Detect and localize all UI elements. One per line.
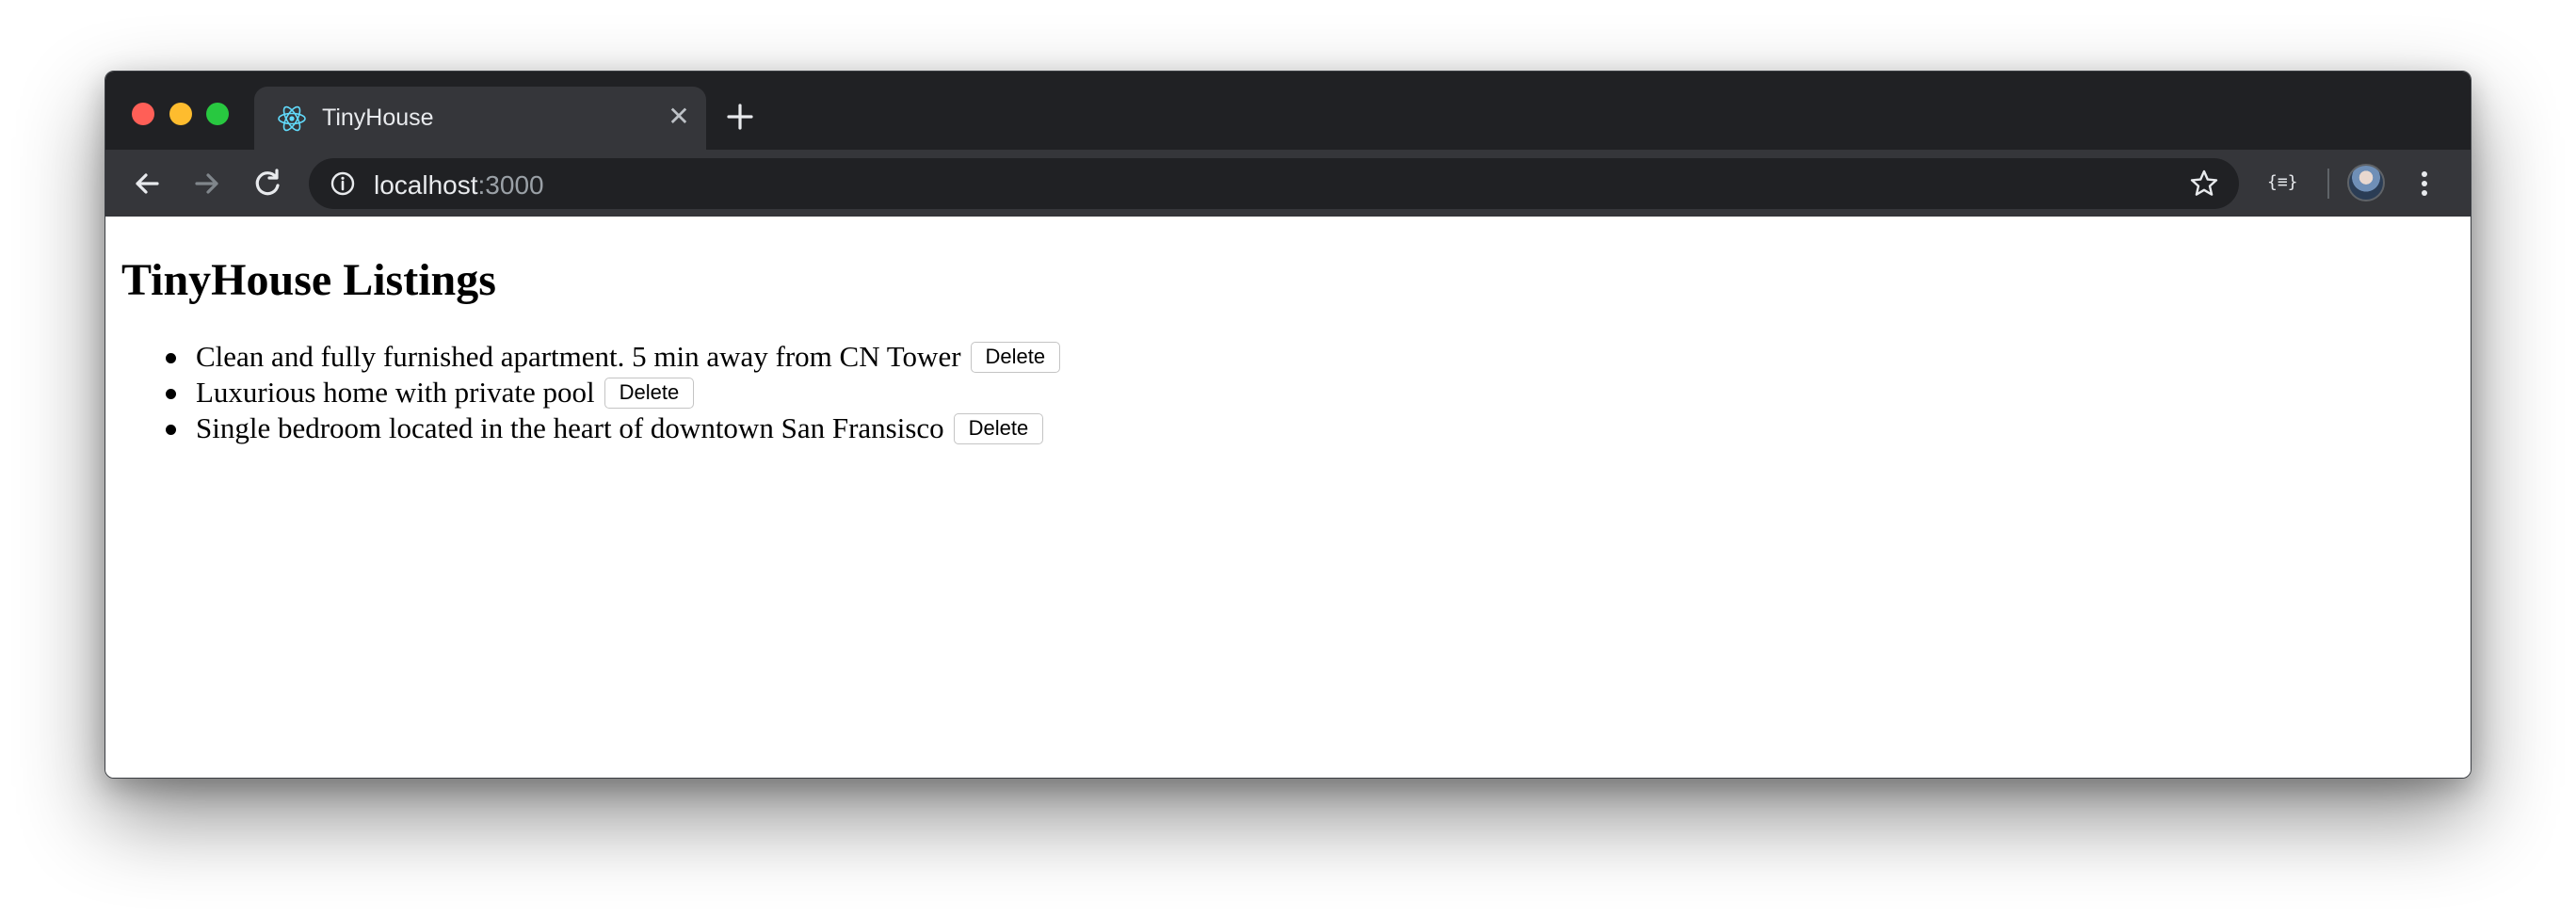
url-port: :3000 xyxy=(477,170,544,200)
delete-button[interactable]: Delete xyxy=(604,377,695,409)
listing-title: Clean and fully furnished apartment. 5 m… xyxy=(196,340,961,373)
browser-toolbar: localhost:3000 {≡} xyxy=(105,150,2471,217)
url-text[interactable]: localhost:3000 xyxy=(374,170,544,201)
minimize-window-button[interactable] xyxy=(169,103,192,125)
url-host: localhost xyxy=(374,170,478,200)
listing-title: Single bedroom located in the heart of d… xyxy=(196,411,944,444)
delete-button[interactable]: Delete xyxy=(970,341,1061,373)
tab-tinyhouse[interactable]: TinyHouse ✕ xyxy=(254,87,706,150)
list-item: Clean and fully furnished apartment. 5 m… xyxy=(105,339,1061,375)
reload-icon[interactable] xyxy=(250,167,284,201)
maximize-window-button[interactable] xyxy=(206,103,229,125)
address-bar[interactable]: localhost:3000 xyxy=(309,158,2239,209)
react-logo-icon xyxy=(278,105,306,132)
bullet-icon xyxy=(166,425,176,435)
tab-close-button[interactable]: ✕ xyxy=(665,103,693,131)
extension-icon[interactable]: {≡} xyxy=(2267,172,2298,192)
listing-title: Luxurious home with private pool xyxy=(196,376,595,409)
delete-button[interactable]: Delete xyxy=(953,412,1044,444)
tab-title: TinyHouse xyxy=(322,105,434,131)
toolbar-divider xyxy=(2327,169,2329,199)
avatar[interactable] xyxy=(2347,164,2385,201)
page-content: TinyHouse Listings Clean and fully furni… xyxy=(105,217,2471,778)
tab-strip: TinyHouse ✕ xyxy=(105,72,2471,150)
bullet-icon xyxy=(166,389,176,399)
plus-icon[interactable] xyxy=(723,100,757,134)
info-icon[interactable] xyxy=(330,170,356,197)
page-title: TinyHouse Listings xyxy=(121,255,496,305)
list-item: Single bedroom located in the heart of d… xyxy=(105,410,1060,446)
kebab-menu-icon[interactable] xyxy=(2407,167,2441,201)
browser-window: TinyHouse ✕ localhost:3000 {≡} TinyHouse… xyxy=(105,71,2471,779)
list-item: Luxurious home with private pool Delete xyxy=(105,375,1060,410)
back-icon[interactable] xyxy=(130,167,164,201)
star-icon[interactable] xyxy=(2188,168,2220,200)
listings-list: Clean and fully furnished apartment. 5 m… xyxy=(105,339,1061,446)
bullet-icon xyxy=(166,353,176,363)
close-window-button[interactable] xyxy=(132,103,154,125)
forward-icon[interactable] xyxy=(190,167,224,201)
